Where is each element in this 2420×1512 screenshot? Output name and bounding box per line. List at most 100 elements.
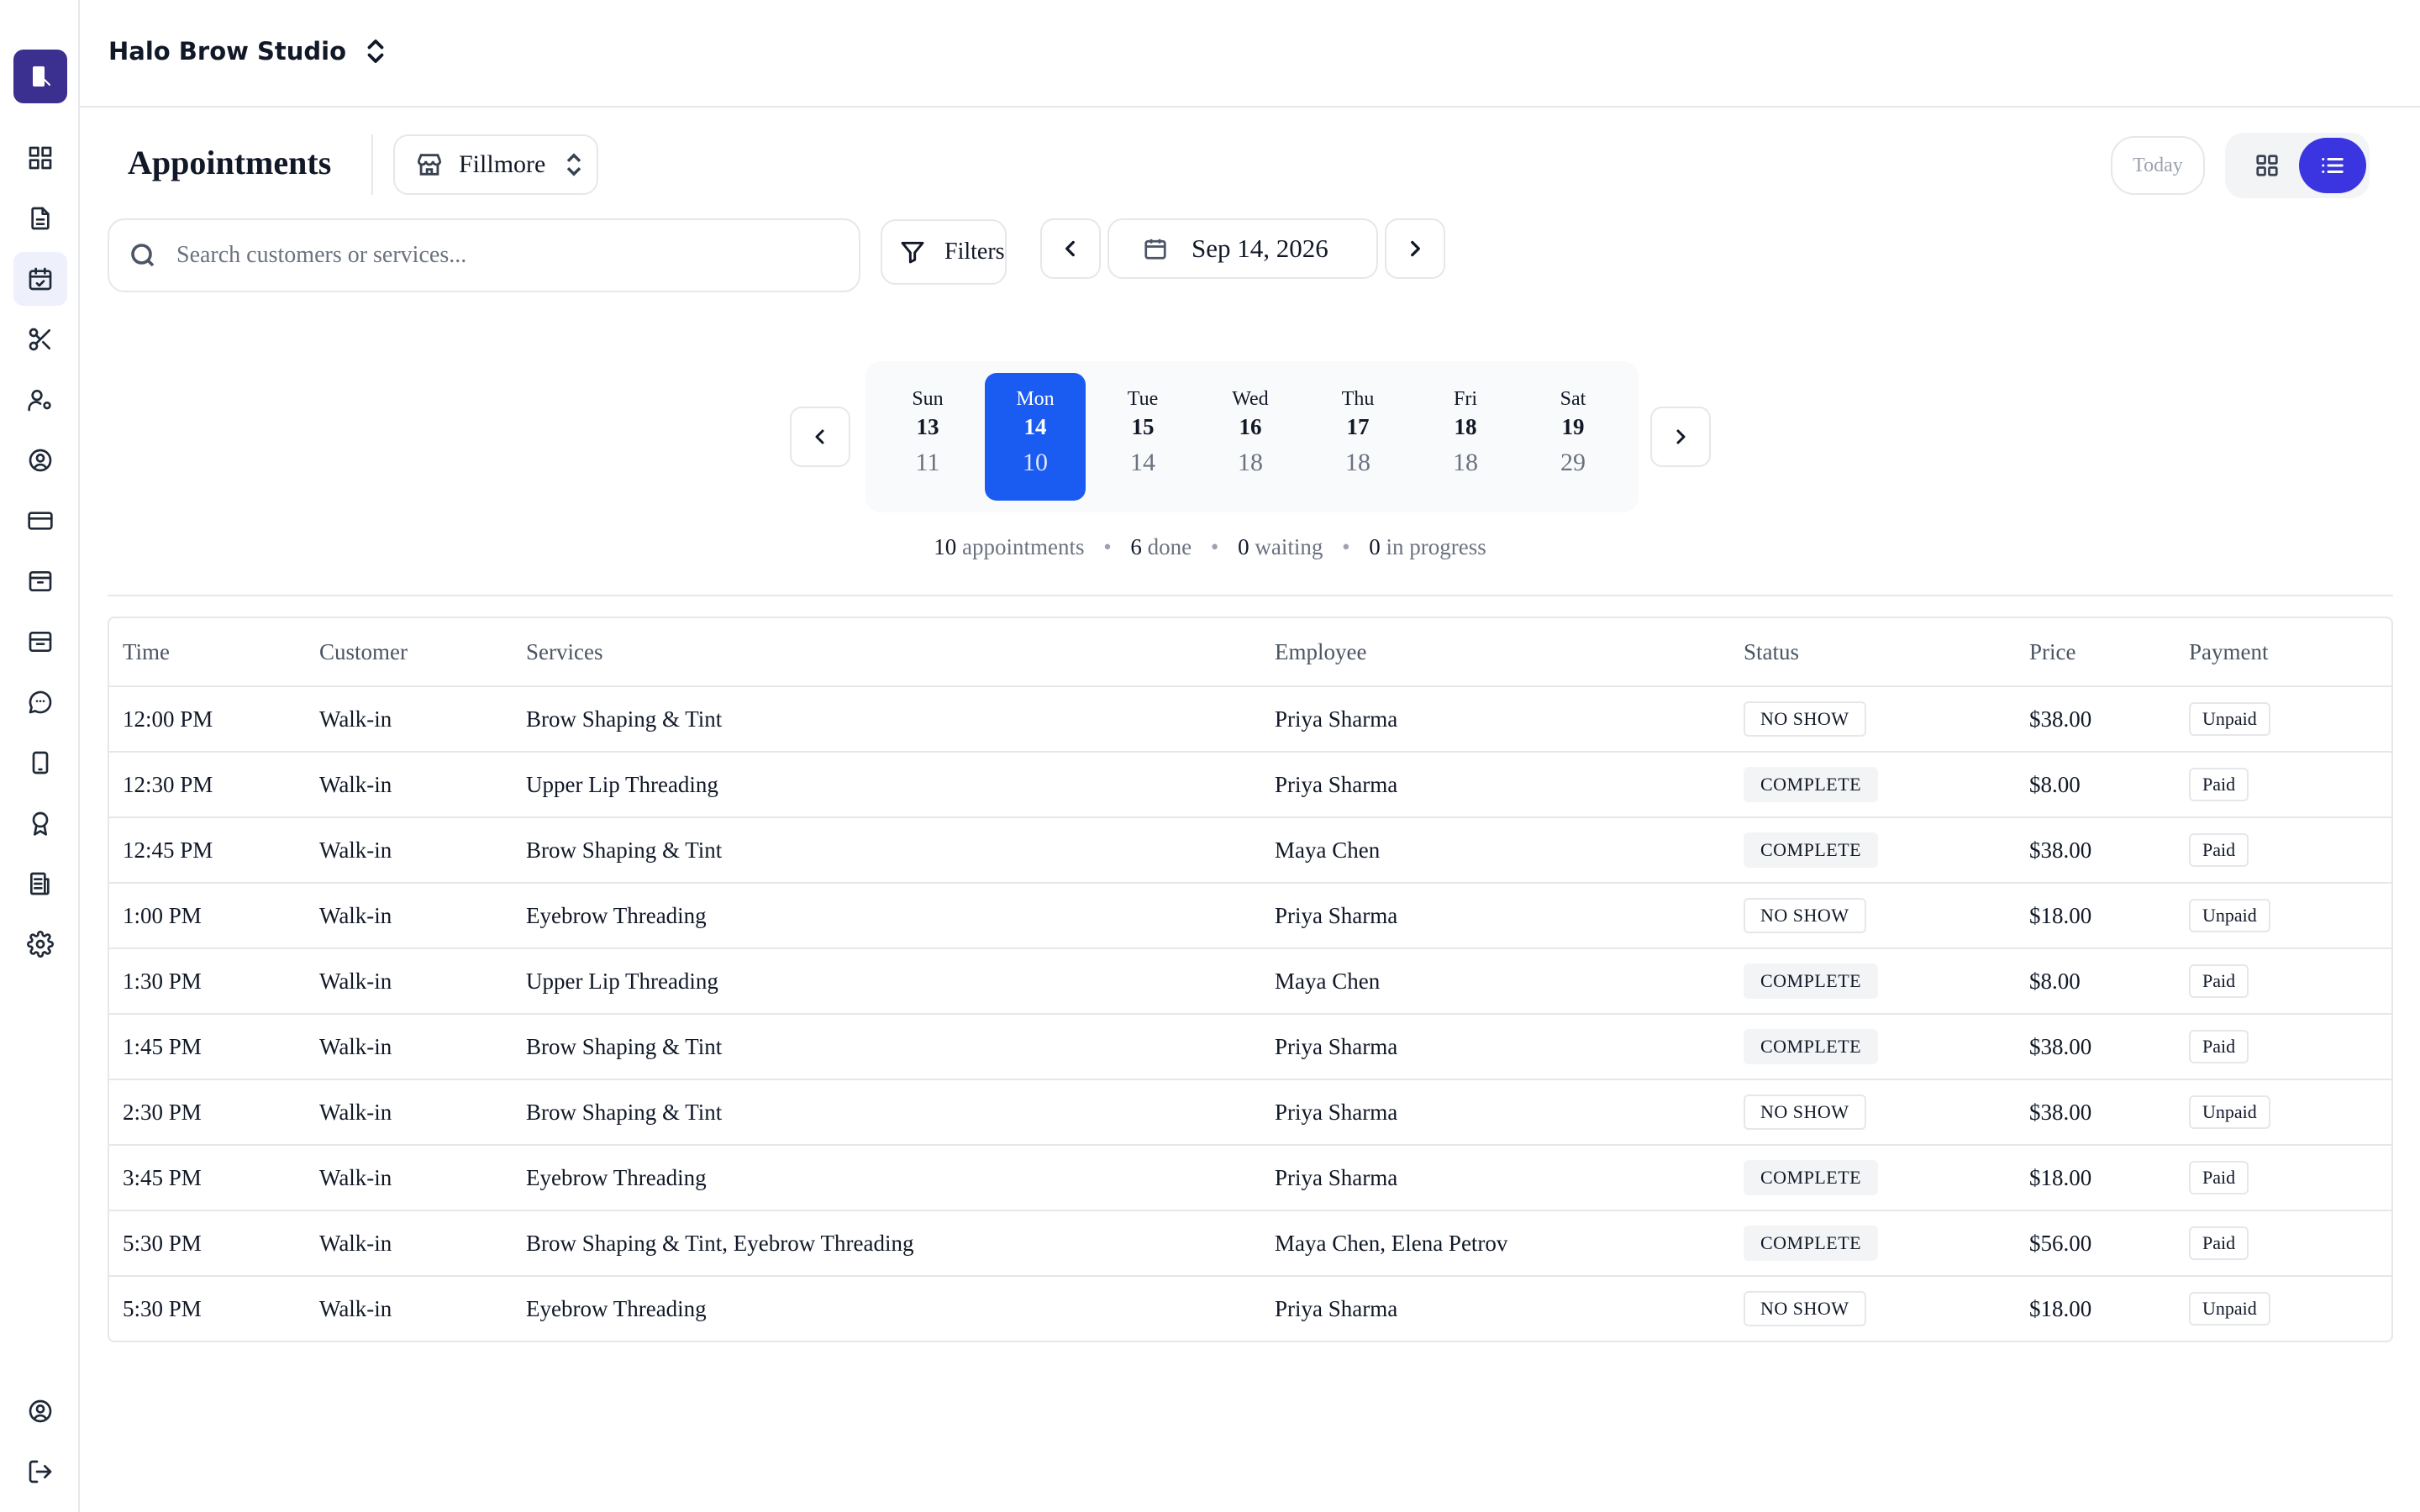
header-payment[interactable]: Payment	[2189, 639, 2391, 665]
header-status[interactable]: Status	[1744, 639, 2029, 665]
cell-price: $8.00	[2029, 968, 2081, 994]
table-row[interactable]: 1:45 PM Walk-in Brow Shaping & Tint Priya S…	[109, 1013, 2391, 1079]
nav-loyalty[interactable]	[13, 796, 67, 850]
grid-icon	[2256, 155, 2278, 176]
nav-dashboard[interactable]	[13, 131, 67, 185]
header-employee[interactable]: Employee	[1275, 639, 1744, 665]
top-bar: Halo Brow Studio	[80, 0, 2420, 108]
day-count: 18	[1238, 449, 1263, 476]
chevron-updown-icon	[567, 153, 581, 176]
day-tue[interactable]: Tue 15 14	[1092, 373, 1193, 501]
cell-payment: Unpaid	[2189, 702, 2391, 736]
inbox-icon	[29, 571, 52, 591]
day-name: Thu	[1341, 388, 1375, 410]
day-name: Sun	[912, 388, 944, 410]
table-row[interactable]: 12:45 PM Walk-in Brow Shaping & Tint Maya C…	[109, 816, 2391, 882]
header-price[interactable]: Price	[2029, 639, 2189, 665]
day-fri[interactable]: Fri 18 18	[1415, 373, 1516, 501]
table-row[interactable]: 1:30 PM Walk-in Upper Lip Threading Maya Ch…	[109, 948, 2391, 1013]
day-sat[interactable]: Sat 19 29	[1523, 373, 1623, 501]
user-circle-icon	[29, 449, 52, 472]
filters-button[interactable]: Filters	[881, 219, 1007, 285]
day-count: 18	[1345, 449, 1370, 476]
table-row[interactable]: 1:00 PM Walk-in Eyebrow Threading Priya Sha…	[109, 882, 2391, 948]
day-count: 29	[1560, 449, 1586, 476]
status-badge: NO SHOW	[1744, 701, 1866, 737]
cell-payment: Paid	[2189, 1161, 2391, 1194]
cell-services: Brow Shaping & Tint	[526, 837, 723, 863]
nav-appointments[interactable]	[13, 252, 67, 306]
day-sun[interactable]: Sun 13 11	[877, 373, 978, 501]
location-selector[interactable]: Fillmore	[393, 134, 598, 195]
day-count: 10	[1023, 449, 1048, 476]
chat-icon	[29, 690, 52, 714]
list-icon	[2322, 158, 2344, 173]
cell-status: NO SHOW	[1744, 898, 2029, 933]
date-picker[interactable]: Sep 14, 2026	[1107, 218, 1378, 279]
cell-status: COMPLETE	[1744, 1160, 2029, 1195]
nav-archive[interactable]	[13, 615, 67, 669]
day-date: 18	[1454, 414, 1477, 439]
nav-account[interactable]	[13, 1384, 67, 1438]
today-button[interactable]: Today	[2111, 136, 2205, 195]
cell-employee: Maya Chen, Elena Petrov	[1275, 1230, 1508, 1256]
day-date: 19	[1561, 414, 1585, 439]
summary-appointments-label: appointments	[961, 534, 1085, 559]
header-time[interactable]: Time	[109, 639, 319, 665]
header-services[interactable]: Services	[526, 639, 1275, 665]
day-date: 15	[1131, 414, 1155, 439]
nav-inbox[interactable]	[13, 554, 67, 608]
table-row[interactable]: 2:30 PM Walk-in Brow Shaping & Tint Priya S…	[109, 1079, 2391, 1144]
table-row[interactable]: 12:30 PM Walk-in Upper Lip Threading Priya …	[109, 751, 2391, 816]
table-row[interactable]: 12:00 PM Walk-in Brow Shaping & Tint Priya …	[109, 685, 2391, 751]
document-icon	[31, 207, 50, 230]
cell-time: 12:30 PM	[123, 771, 213, 797]
next-date-button[interactable]	[1385, 218, 1445, 279]
previous-date-button[interactable]	[1040, 218, 1101, 279]
day-count: 14	[1130, 449, 1155, 476]
cell-price: $18.00	[2029, 902, 2092, 928]
day-count: 18	[1453, 449, 1478, 476]
cell-time: 12:45 PM	[123, 837, 213, 863]
business-switcher[interactable]: Halo Brow Studio	[108, 37, 387, 66]
previous-week-button[interactable]	[790, 407, 850, 467]
nav-reports[interactable]	[13, 857, 67, 911]
day-date: 14	[1023, 414, 1047, 439]
app-logo[interactable]	[13, 50, 67, 103]
table-row[interactable]: 5:30 PM Walk-in Eyebrow Threading Priya Sha…	[109, 1275, 2391, 1341]
nav-documents[interactable]	[13, 192, 67, 245]
nav-customers[interactable]	[13, 433, 67, 487]
table-row[interactable]: 5:30 PM Walk-in Brow Shaping & Tint, Eyebr…	[109, 1210, 2391, 1275]
nav-kiosk[interactable]	[13, 736, 67, 790]
nav-logout[interactable]	[13, 1445, 67, 1499]
cell-payment: Paid	[2189, 1030, 2391, 1063]
header-customer[interactable]: Customer	[319, 639, 526, 665]
nav-messages[interactable]	[13, 675, 67, 729]
cell-time: 3:45 PM	[123, 1164, 202, 1190]
cell-time: 1:45 PM	[123, 1033, 202, 1059]
cell-price: $18.00	[2029, 1164, 2092, 1190]
cell-customer: Walk-in	[319, 771, 392, 797]
account-icon	[29, 1399, 52, 1423]
cell-status: NO SHOW	[1744, 701, 2029, 737]
summary-waiting-count: 0	[1238, 534, 1249, 559]
appointments-table: Time Customer Services Employee Status P…	[108, 617, 2393, 1342]
calendar-icon	[1144, 239, 1166, 260]
nav-settings[interactable]	[13, 917, 67, 971]
scissors-icon	[29, 328, 50, 351]
search-box	[108, 218, 860, 292]
nav-services[interactable]	[13, 312, 67, 366]
day-wed[interactable]: Wed 16 18	[1200, 373, 1301, 501]
next-week-button[interactable]	[1650, 407, 1711, 467]
cell-status: NO SHOW	[1744, 1291, 2029, 1326]
filters-label: Filters	[944, 239, 1005, 265]
day-mon[interactable]: Mon 14 10	[985, 373, 1086, 501]
search-input[interactable]	[176, 242, 815, 269]
table-row[interactable]: 3:45 PM Walk-in Eyebrow Threading Priya Sha…	[109, 1144, 2391, 1210]
cell-status: COMPLETE	[1744, 1029, 2029, 1064]
nav-staff[interactable]	[13, 373, 67, 427]
archive-icon	[29, 632, 52, 652]
day-thu[interactable]: Thu 17 18	[1307, 373, 1408, 501]
list-view-button[interactable]	[2299, 138, 2366, 193]
grid-view-button[interactable]	[2233, 139, 2301, 192]
